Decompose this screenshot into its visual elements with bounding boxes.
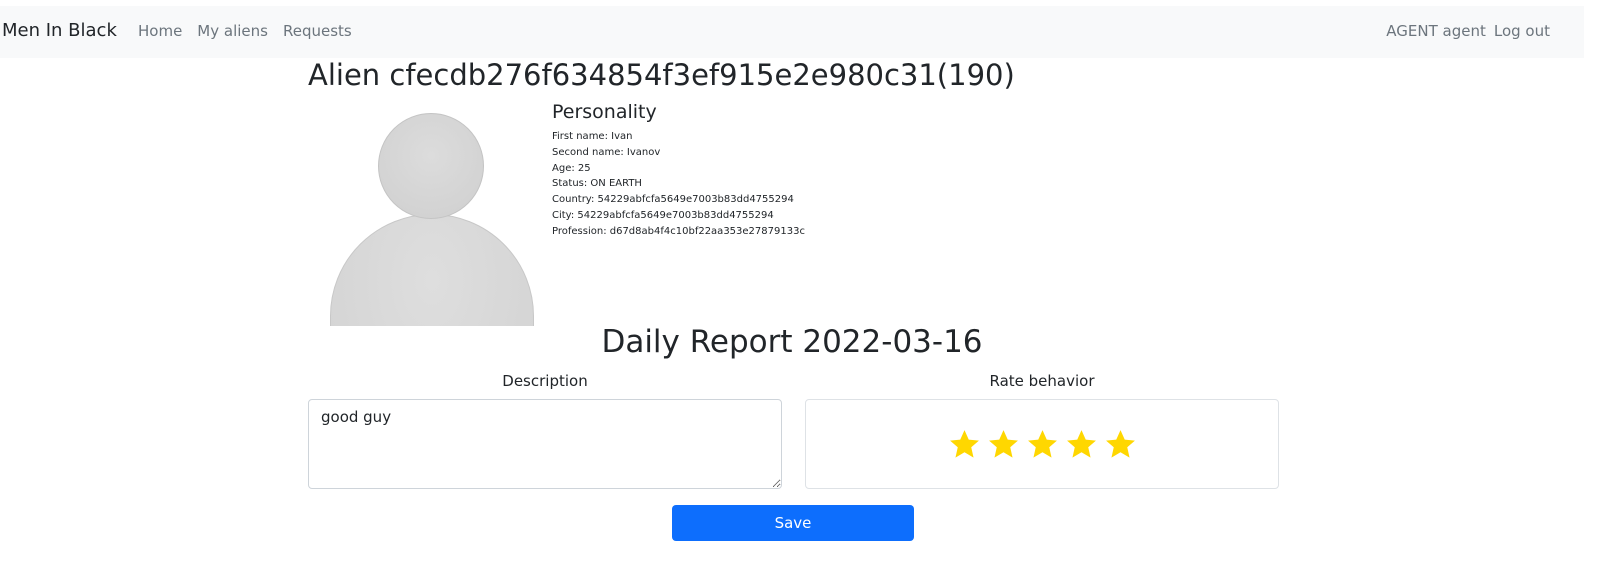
logout-link[interactable]: Log out <box>1494 22 1550 40</box>
avatar-head <box>378 113 484 219</box>
nav-my-aliens-link[interactable]: My aliens <box>197 22 268 40</box>
nav-requests-link[interactable]: Requests <box>283 22 352 40</box>
info-first-name: First name: Ivan <box>552 131 633 142</box>
rate-behavior-label: Rate behavior <box>989 372 1095 390</box>
info-age: Age: 25 <box>552 162 591 174</box>
info-country: Country: 54229abfcfa5649e7003b83dd475529… <box>552 194 794 206</box>
star-icon[interactable] <box>987 428 1020 461</box>
navbar: Men In Black Home My aliens Requests AGE… <box>0 6 1584 58</box>
user-name: AGENT agent <box>1386 22 1486 40</box>
info-status: Status: ON EARTH <box>552 178 642 190</box>
avatar-placeholder-icon <box>330 112 534 326</box>
report-title: Daily Report 2022-03-16 <box>601 324 983 360</box>
star-icon[interactable] <box>1104 428 1137 461</box>
personality-heading: Personality <box>552 101 657 123</box>
personality-section: Personality First name: Ivan Second name… <box>552 101 805 240</box>
description-label: Description <box>502 372 588 390</box>
info-profession: Profession: d67d8ab4f4c10bf22aa353e27879… <box>552 225 805 237</box>
nav-user-area: AGENT agent Log out <box>1386 22 1550 40</box>
nav-links: Home My aliens Requests <box>138 22 352 40</box>
star-icon[interactable] <box>1065 428 1098 461</box>
star-icon[interactable] <box>1026 428 1059 461</box>
rating-stars <box>805 399 1279 489</box>
save-button[interactable]: Save <box>672 505 914 541</box>
info-city: City: 54229abfcfa5649e7003b83dd4755294 <box>552 209 774 221</box>
info-second-name: Second name: Ivanov <box>552 146 661 158</box>
nav-home-link[interactable]: Home <box>138 22 182 40</box>
star-icon[interactable] <box>948 428 981 461</box>
brand-link[interactable]: Men In Black <box>2 20 117 41</box>
avatar-body <box>330 214 534 326</box>
page-title: Alien cfecdb276f634854f3ef915e2e980c31(1… <box>308 58 1015 92</box>
description-textarea[interactable]: good guy <box>308 399 782 489</box>
